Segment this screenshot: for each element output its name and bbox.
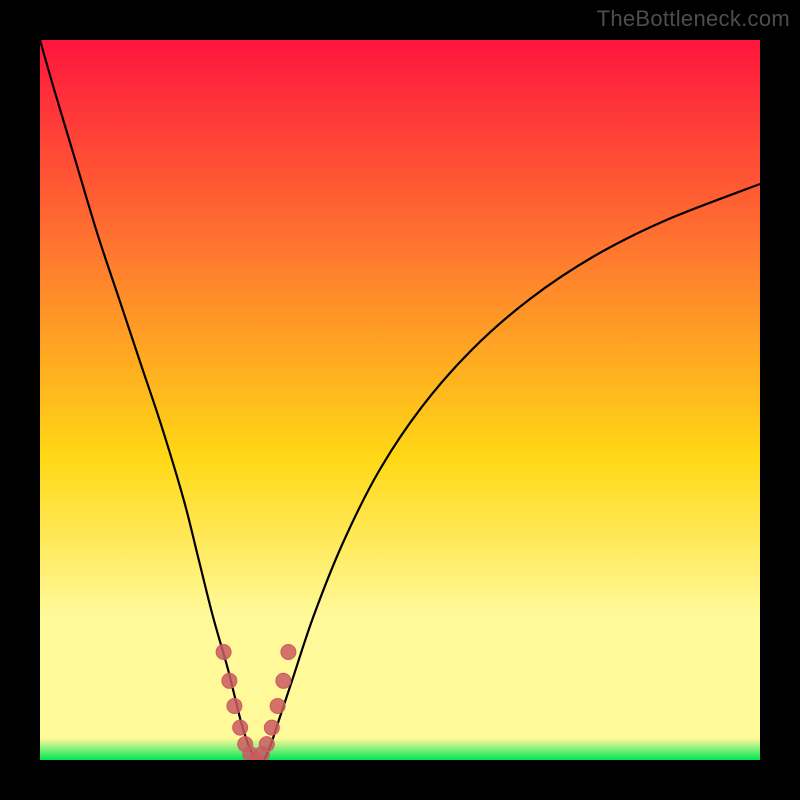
highlight-dot (270, 699, 285, 714)
watermark-text: TheBottleneck.com (597, 6, 790, 32)
highlight-dot (227, 699, 242, 714)
chart-frame: TheBottleneck.com (0, 0, 800, 800)
chart-svg (40, 40, 760, 760)
highlight-dot (281, 645, 296, 660)
highlight-dot (264, 720, 279, 735)
plot-area (40, 40, 760, 760)
highlight-dot (276, 673, 291, 688)
highlight-dot (216, 645, 231, 660)
highlight-dot (259, 737, 274, 752)
highlight-dot (222, 673, 237, 688)
gradient-background (40, 40, 760, 760)
highlight-dot (233, 720, 248, 735)
